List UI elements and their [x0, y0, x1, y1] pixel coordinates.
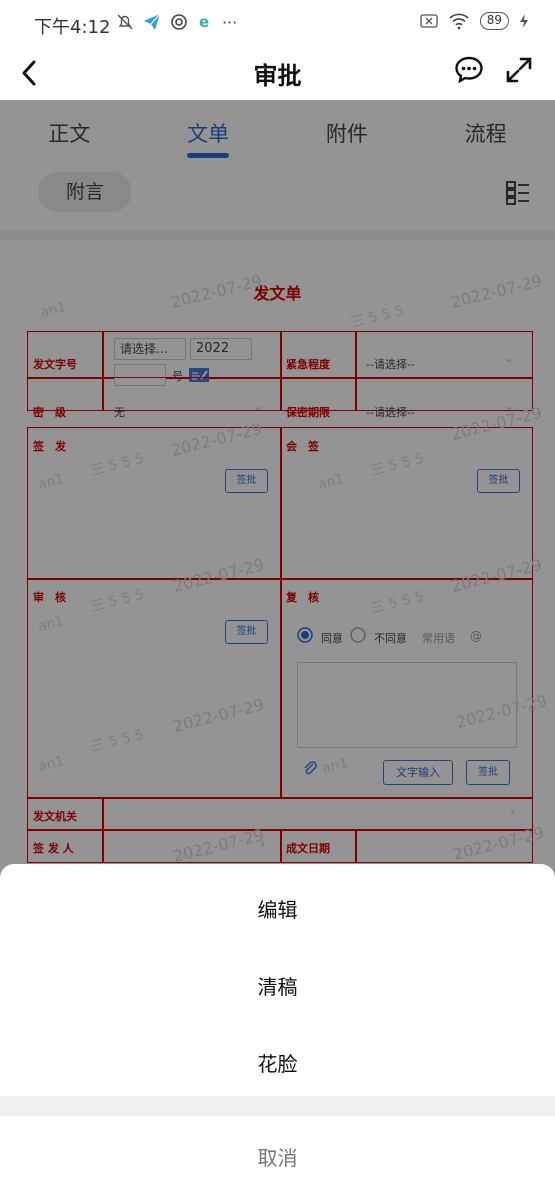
status-notification-icons: e ··· — [116, 12, 237, 32]
battery-icon: 89 — [479, 12, 509, 30]
cancel-label: 取消 — [257, 1146, 298, 1170]
more-dots-icon: ··· — [222, 12, 238, 32]
status-system-icons: 89 — [420, 12, 529, 30]
cancel-button[interactable]: 取消 — [0, 1116, 555, 1194]
wifi-icon — [449, 13, 469, 30]
send-app-icon — [144, 13, 161, 30]
app-header: 审批 — [0, 48, 555, 100]
sim-off-icon — [420, 14, 438, 28]
bell-off-icon — [117, 14, 133, 30]
status-bar: 下午4:12 e ··· 89 — [0, 0, 555, 48]
browser-e-icon: e — [199, 13, 209, 31]
clean-draft-action[interactable]: 清稿 — [0, 971, 555, 1000]
edit-action[interactable]: 编辑 — [0, 894, 555, 923]
action-sheet: 编辑 清稿 花脸 — [0, 864, 555, 1096]
expand-icon[interactable] — [503, 54, 535, 86]
status-time: 下午4:12 — [34, 17, 111, 38]
svg-text:e: e — [199, 13, 209, 31]
at-app-icon — [171, 14, 187, 30]
action-sheet-divider — [0, 1096, 555, 1116]
charging-icon — [520, 14, 528, 28]
markup-action[interactable]: 花脸 — [0, 1048, 555, 1077]
chat-icon[interactable] — [453, 54, 485, 86]
